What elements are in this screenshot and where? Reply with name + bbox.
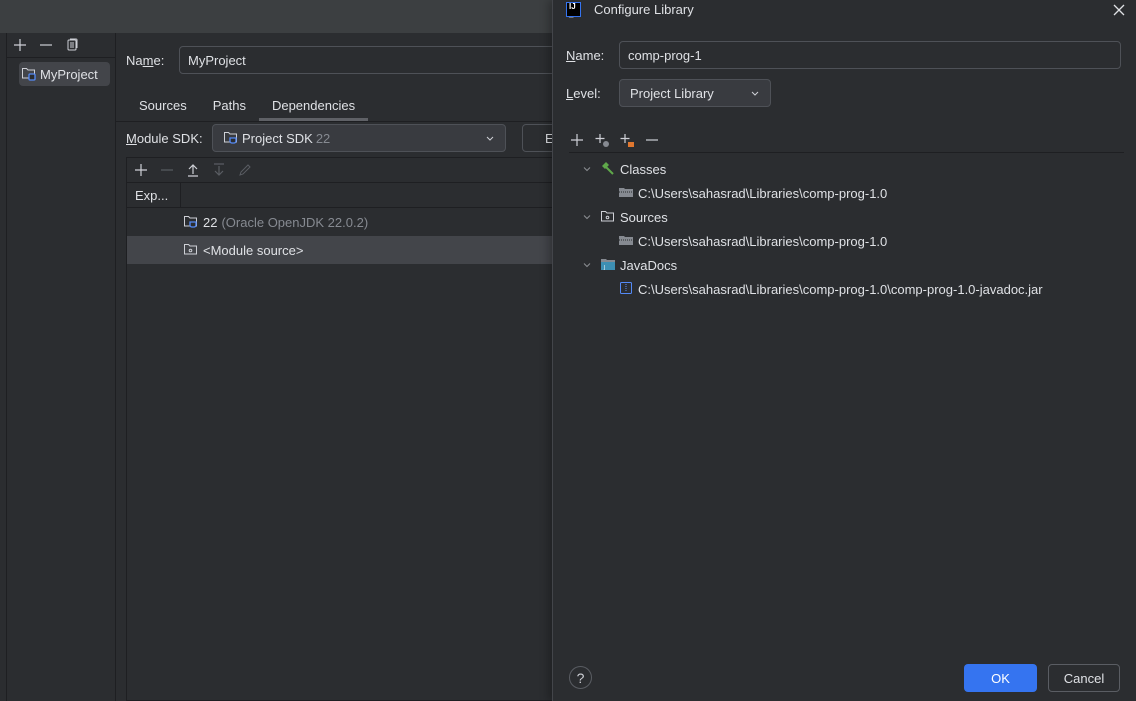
archive-icon: [618, 280, 634, 299]
dependency-row[interactable]: <Module source>: [127, 236, 556, 264]
tree-node-sources[interactable]: Sources: [580, 205, 1120, 229]
ok-button-label: OK: [991, 670, 1010, 686]
module-sdk-select[interactable]: Project SDK 22: [212, 124, 506, 152]
library-name-input[interactable]: comp-prog-1: [619, 41, 1121, 69]
tree-leaf[interactable]: C:\Users\sahasrad\Libraries\comp-prog-1.…: [580, 181, 1120, 205]
module-folder-icon: [21, 65, 37, 84]
dependency-name: 22: [203, 214, 218, 230]
library-level-label: Level:: [566, 85, 601, 101]
close-icon[interactable]: [1111, 2, 1127, 18]
cancel-button[interactable]: Cancel: [1048, 664, 1120, 692]
dependency-detail: (Oracle OpenJDK 22.0.2): [221, 214, 369, 230]
module-name-input[interactable]: MyProject: [179, 46, 559, 74]
library-level-select[interactable]: Project Library: [619, 79, 771, 107]
project-list-item[interactable]: MyProject: [19, 62, 110, 86]
dependency-row[interactable]: 22 (Oracle OpenJDK 22.0.2): [127, 208, 556, 236]
module-sdk-row: Module SDK: Project SDK 22: [126, 124, 506, 152]
tree-node-classes[interactable]: Classes: [580, 157, 1120, 181]
module-settings: Name: MyProject Sources Paths Dependenci…: [116, 33, 559, 701]
module-name-value: MyProject: [188, 52, 246, 68]
tab-dependencies[interactable]: Dependencies: [258, 90, 369, 121]
library-name-value: comp-prog-1: [628, 47, 702, 63]
tree-leaf[interactable]: C:\Users\sahasrad\Libraries\comp-prog-1.…: [580, 229, 1120, 253]
jar-directory-icon: [618, 232, 634, 251]
move-down-icon[interactable]: [211, 162, 227, 178]
module-tabs: Sources Paths Dependencies: [126, 90, 369, 121]
jdk-folder-icon: [183, 213, 199, 232]
chevron-down-icon[interactable]: [580, 258, 594, 272]
hammer-icon: [600, 160, 616, 179]
chevron-down-icon: [750, 86, 760, 101]
javadoc-folder-icon: J: [600, 256, 616, 275]
module-sdk-version: 22: [315, 130, 331, 146]
tab-sources-label: Sources: [139, 97, 187, 113]
dependency-name: <Module source>: [203, 242, 304, 258]
tab-sources[interactable]: Sources: [126, 90, 200, 120]
add-dependency-icon[interactable]: [133, 162, 149, 178]
tree-node-label: Classes: [620, 161, 667, 177]
add-url-icon[interactable]: [594, 132, 610, 148]
module-sdk-value: Project SDK 22: [223, 129, 330, 148]
library-toolbar: [569, 130, 660, 150]
jar-directory-icon: [618, 184, 634, 203]
source-folder-icon: [600, 208, 616, 227]
export-column-header[interactable]: Exp...: [127, 183, 181, 207]
library-level-value: Project Library: [630, 85, 714, 101]
intellij-logo-icon: IJ _: [566, 2, 581, 19]
project-name: MyProject: [40, 66, 98, 82]
chevron-down-icon: [485, 131, 495, 146]
cancel-button-label: Cancel: [1063, 670, 1105, 686]
module-sdk-text: Project SDK: [242, 130, 313, 146]
remove-icon[interactable]: [38, 37, 54, 53]
tree-leaf-path: C:\Users\sahasrad\Libraries\comp-prog-1.…: [638, 233, 888, 249]
source-folder-icon: [183, 241, 199, 260]
tree-node-label: JavaDocs: [620, 257, 678, 273]
module-name-row: Name: MyProject: [126, 46, 559, 74]
jdk-folder-icon: [223, 129, 239, 148]
dialog-title-bar: IJ _ Configure Library: [553, 0, 1136, 22]
tree-node-label: Sources: [620, 209, 668, 225]
dependencies-header: Exp...: [127, 183, 556, 208]
ok-button[interactable]: OK: [964, 664, 1037, 692]
tree-leaf-path: C:\Users\sahasrad\Libraries\comp-prog-1.…: [638, 185, 888, 201]
add-icon[interactable]: [569, 132, 585, 148]
project-panel: MyProject: [7, 33, 116, 701]
left-sidebar-strip: [0, 33, 7, 701]
remove-icon[interactable]: [644, 132, 660, 148]
tree-leaf[interactable]: C:\Users\sahasrad\Libraries\comp-prog-1.…: [580, 277, 1120, 301]
add-icon[interactable]: [12, 37, 28, 53]
move-up-icon[interactable]: [185, 162, 201, 178]
chevron-down-icon[interactable]: [580, 210, 594, 224]
svg-text:J: J: [603, 265, 605, 271]
module-name-label: Name:: [126, 52, 165, 68]
dialog-title: Configure Library: [594, 2, 694, 17]
copy-icon[interactable]: [64, 37, 80, 53]
dependencies-toolbar: [127, 158, 556, 183]
configure-library-dialog: IJ _ Configure Library Name: comp-prog-1 …: [552, 0, 1136, 701]
project-toolbar: [7, 33, 116, 58]
library-level-row: Level: Project Library: [566, 79, 771, 107]
remove-dependency-icon[interactable]: [159, 162, 175, 178]
add-archive-icon[interactable]: [619, 132, 635, 148]
help-button[interactable]: ?: [569, 666, 592, 689]
dependencies-panel: Exp... 22 (Oracle OpenJDK 22.0.2) <Modul…: [126, 157, 556, 701]
tree-node-javadocs[interactable]: J JavaDocs: [580, 253, 1120, 277]
tab-dependencies-label: Dependencies: [271, 97, 356, 113]
library-name-row: Name: comp-prog-1: [566, 41, 1121, 69]
library-name-label: Name:: [566, 47, 605, 63]
edit-icon[interactable]: [237, 162, 253, 178]
toolbar-divider: [569, 152, 1124, 153]
tab-paths[interactable]: Paths: [200, 90, 259, 120]
tab-paths-label: Paths: [212, 97, 246, 113]
chevron-down-icon[interactable]: [580, 162, 594, 176]
tabs-divider: [116, 121, 556, 122]
module-sdk-label: Module SDK:: [126, 130, 203, 146]
tree-leaf-path: C:\Users\sahasrad\Libraries\comp-prog-1.…: [638, 281, 1043, 297]
help-icon: ?: [576, 669, 585, 686]
library-roots-tree: Classes C:\Users\sahasrad\Libraries\comp…: [580, 157, 1120, 301]
